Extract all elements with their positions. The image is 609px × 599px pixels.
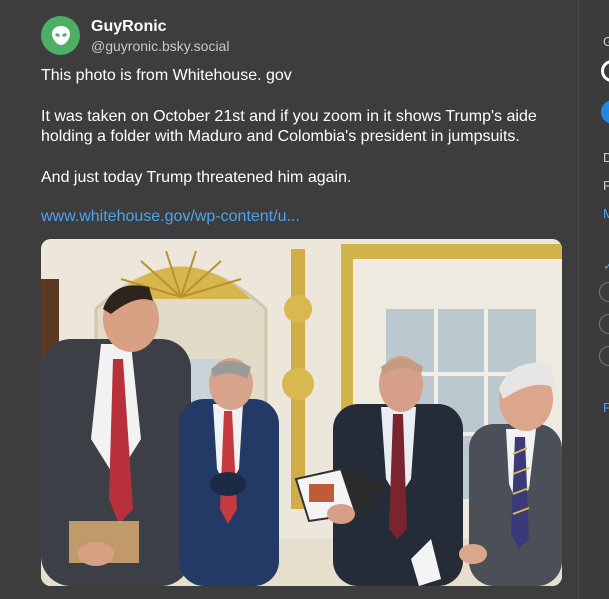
check-icon: ✓ bbox=[603, 258, 609, 273]
radio-option[interactable] bbox=[599, 314, 609, 334]
accent-button[interactable] bbox=[601, 100, 609, 124]
sidebar-fragment[interactable]: F bbox=[603, 400, 609, 415]
post-card[interactable]: GuyRonic @guyronic.bsky.social This phot… bbox=[0, 0, 579, 599]
display-name[interactable]: GuyRonic bbox=[91, 18, 167, 36]
avatar[interactable] bbox=[41, 16, 80, 55]
post-paragraph: And just today Trump threatened him agai… bbox=[41, 169, 352, 186]
circle-icon[interactable] bbox=[601, 60, 609, 82]
post-paragraph: This photo is from Whitehouse. gov bbox=[41, 67, 292, 84]
sidebar-fragment: F bbox=[603, 178, 609, 193]
alien-icon bbox=[51, 25, 70, 45]
sidebar: G D F M ✓ F bbox=[579, 0, 609, 599]
radio-option[interactable] bbox=[599, 346, 609, 366]
external-link[interactable]: www.whitehouse.gov/wp-content/u... bbox=[41, 208, 300, 226]
sidebar-fragment: G bbox=[603, 34, 609, 49]
radio-option[interactable] bbox=[599, 282, 609, 302]
post-paragraph: It was taken on October 21st and if you … bbox=[41, 108, 537, 145]
post-image[interactable] bbox=[41, 239, 562, 586]
sidebar-fragment: D bbox=[603, 150, 609, 165]
handle[interactable]: @guyronic.bsky.social bbox=[91, 38, 229, 54]
sidebar-fragment[interactable]: M bbox=[603, 206, 609, 221]
